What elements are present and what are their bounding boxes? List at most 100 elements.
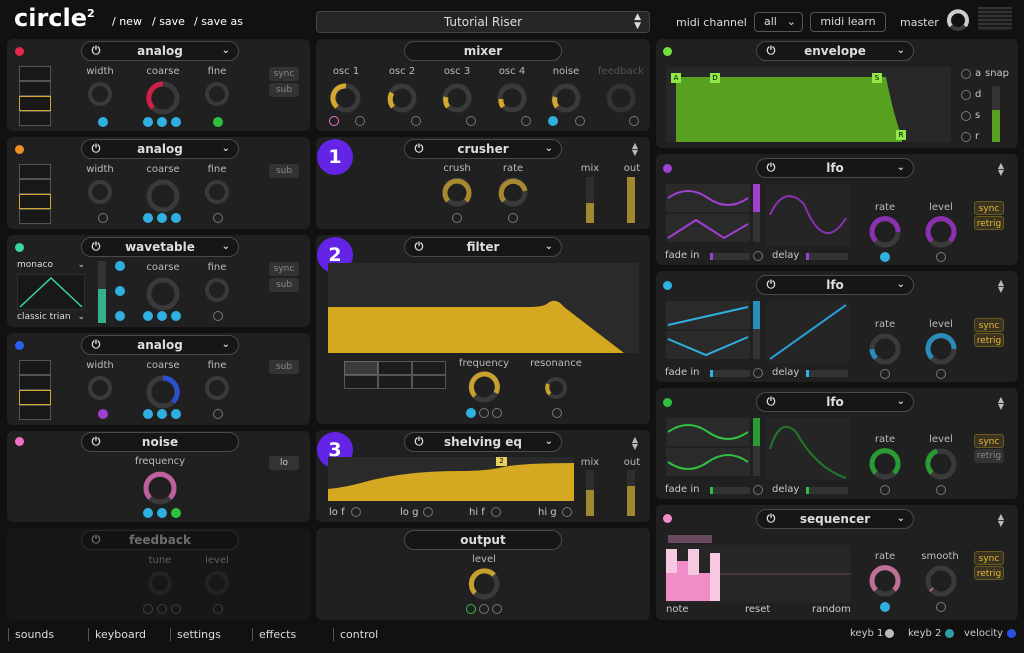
sequencer-random-label[interactable]: random [812,604,851,615]
lfo1-rate-knob[interactable] [867,214,903,250]
reorder-updown-icon[interactable]: ▲ ▼ [998,513,1004,528]
mod-slot-dot[interactable] [143,117,153,127]
osc2-sub-button[interactable]: sub [269,164,299,178]
filter-bandpass-button[interactable] [378,361,412,375]
mod-slot-dot[interactable] [753,485,763,495]
reorder-updown-icon[interactable]: ▲ ▼ [998,162,1004,177]
reorder-updown-icon[interactable]: ▲ ▼ [998,396,1004,411]
midi-learn-button[interactable]: midi learn [810,12,886,32]
master-knob[interactable] [945,7,971,33]
mixer-osc3-knob[interactable] [440,81,474,115]
eq-band-marker[interactable]: 2 [496,457,507,466]
power-icon[interactable]: ⏻ [88,238,104,256]
envelope-point-a[interactable]: A [671,73,681,83]
power-icon[interactable]: ⏻ [88,336,104,354]
osc2-fine-knob[interactable] [204,179,230,205]
eq-out-slider[interactable] [627,470,635,516]
mixer-osc2-knob[interactable] [385,81,419,115]
wavetable-select-1[interactable]: monaco ⌄ [17,260,85,270]
filter-resonance-knob[interactable] [543,375,569,401]
lfo2-rate-knob[interactable] [867,331,903,367]
wave-saw-button[interactable] [19,81,51,96]
footer-tab-keyboard[interactable]: keyboard [88,628,146,641]
lfo2-retrig-button[interactable]: retrig [974,333,1004,347]
osc1-sync-button[interactable]: sync [269,67,299,81]
mod-slot-dot[interactable] [936,252,946,262]
output-level-knob[interactable] [466,566,502,602]
lfo1-wave-2[interactable] [666,214,750,242]
lfo3-header[interactable]: ⏻ lfo ⌄ [756,392,914,412]
keyb1-indicator[interactable] [885,629,894,638]
mod-slot-dot[interactable] [157,311,167,321]
lfo2-level-knob[interactable] [923,331,959,367]
filter-lowpass-button[interactable] [344,361,378,375]
mod-slot-dot[interactable] [552,408,562,418]
mod-slot-dot[interactable] [479,408,489,418]
osc4-coarse-knob[interactable] [144,373,182,411]
mod-slot-dot[interactable] [171,213,181,223]
footer-tab-effects[interactable]: effects [252,628,296,641]
mod-slot-dot[interactable] [157,508,167,518]
mod-slot-dot[interactable] [466,116,476,126]
envelope-header[interactable]: ⏻ envelope ⌄ [756,41,914,61]
mod-slot-dot[interactable] [466,408,476,418]
crusher-mix-slider[interactable] [586,177,594,223]
feedback-level-knob[interactable] [204,570,230,596]
mod-slot-dot[interactable] [157,213,167,223]
power-icon[interactable]: ⏻ [88,42,104,60]
mod-slot-dot[interactable] [329,116,339,126]
wave-sine-button[interactable] [19,164,51,179]
crusher-out-slider[interactable] [627,177,635,223]
mod-slot-dot[interactable] [98,409,108,419]
envelope-graph[interactable] [666,67,951,142]
reorder-updown-icon[interactable]: ▲ ▼ [632,142,638,157]
wave-triangle-button[interactable] [19,209,51,224]
power-icon[interactable]: ⏻ [763,510,779,528]
mod-slot-dot[interactable] [171,311,181,321]
sequencer-smooth-knob[interactable] [923,563,959,599]
mod-slot-dot[interactable] [479,604,489,614]
lfo2-wave-1[interactable] [666,301,750,329]
osc3-sync-button[interactable]: sync [269,262,299,276]
footer-tab-sounds[interactable]: sounds [8,628,54,641]
footer-tab-control[interactable]: control [333,628,378,641]
osc2-width-knob[interactable] [87,179,113,205]
power-icon[interactable]: ⏻ [763,393,779,411]
feedback-tune-knob[interactable] [147,570,173,596]
env-d-mod-dot[interactable] [961,90,971,100]
filter-notch-button[interactable] [378,375,412,389]
mod-slot-dot[interactable] [880,602,890,612]
noise-frequency-knob[interactable] [141,469,179,507]
wave-triangle-button[interactable] [19,405,51,420]
lfo3-wave-1[interactable] [666,418,750,446]
preset-updown-icon[interactable]: ▲ ▼ [634,13,641,31]
slot2-effect-select[interactable]: ⏻ filter ⌄ [404,237,562,257]
sequencer-loop-handle[interactable] [668,535,712,543]
mod-slot-dot[interactable] [171,409,181,419]
env-a-mod-dot[interactable] [961,69,971,79]
mixer-feedback-knob[interactable] [604,81,638,115]
power-icon[interactable]: ⏻ [763,276,779,294]
osc3-coarse-knob[interactable] [144,275,182,313]
osc1-type-select[interactable]: ⏻ analog ⌄ [81,41,239,61]
mixer-noise-knob[interactable] [549,81,583,115]
mod-slot-dot[interactable] [157,409,167,419]
mod-slot-dot[interactable] [936,602,946,612]
lfo1-wave-1[interactable] [666,184,750,212]
lfo2-sync-button[interactable]: sync [974,318,1004,332]
sequencer-header[interactable]: ⏻ sequencer ⌄ [756,509,914,529]
mod-slot-dot[interactable] [753,368,763,378]
lfo2-header[interactable]: ⏻ lfo ⌄ [756,275,914,295]
mod-slot-dot[interactable] [880,485,890,495]
mod-slot-dot[interactable] [171,117,181,127]
osc4-width-knob[interactable] [87,375,113,401]
lfo2-morph-slider[interactable] [753,301,760,359]
power-icon[interactable]: ⏻ [88,140,104,158]
osc3-type-select[interactable]: ⏻ wavetable ⌄ [81,237,239,257]
env-r-mod-dot[interactable] [961,132,971,142]
sequencer-grid[interactable] [666,545,851,603]
mod-slot-dot[interactable] [143,604,153,614]
env-s-mod-dot[interactable] [961,111,971,121]
mod-slot-dot[interactable] [171,604,181,614]
mod-slot-dot[interactable] [548,116,558,126]
